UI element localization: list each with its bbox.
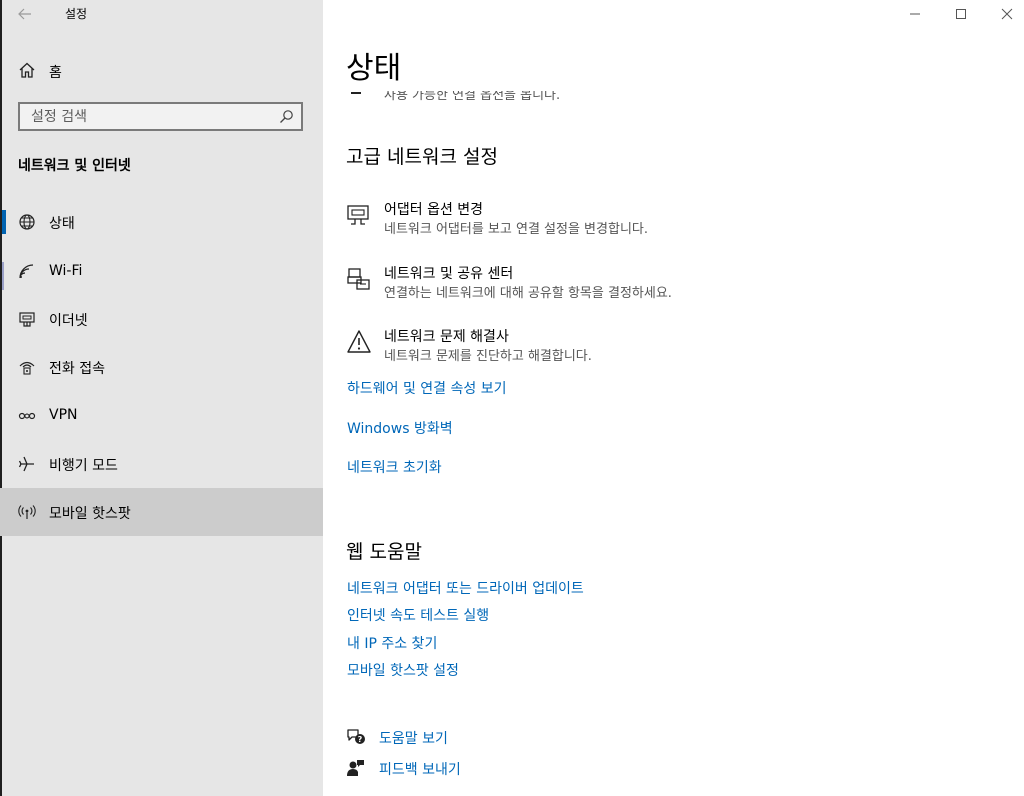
page-title: 상태 [346, 51, 402, 86]
feedback-icon [347, 760, 364, 776]
get-help-label: 도움말 보기 [379, 731, 448, 747]
sidebar-item-label: Wi-Fi [49, 263, 83, 279]
svg-text:?: ? [358, 735, 363, 744]
hover-indicator [2, 262, 4, 290]
maximize-button[interactable] [950, 4, 972, 24]
option-description: 연결하는 네트워크에 대해 공유할 항목을 결정하세요. [384, 286, 672, 301]
network-adapter-icon [347, 205, 369, 225]
advanced-settings-heading: 고급 네트워크 설정 [346, 146, 498, 168]
sidebar-item-ethernet[interactable]: 이더넷 [0, 295, 323, 343]
close-icon [1001, 8, 1013, 20]
option-description: 네트워크 어댑터를 보고 연결 설정을 변경합니다. [384, 222, 648, 237]
scrolled-content: 사용 가능한 연결 옵션을 봅니다. [346, 91, 946, 103]
selection-indicator [2, 210, 6, 234]
option-title: 네트워크 및 공유 센터 [384, 266, 514, 282]
sidebar-item-airplane[interactable]: 비행기 모드 [0, 440, 323, 488]
sidebar-item-hotspot[interactable]: 모바일 핫스팟 [0, 488, 323, 536]
ethernet-icon [19, 312, 35, 327]
sidebar-home[interactable]: 홈 [0, 58, 323, 84]
maximize-icon [956, 9, 966, 19]
sidebar-item-label: 비행기 모드 [49, 458, 118, 474]
sidebar-item-label: VPN [49, 407, 78, 423]
windows-firewall-link[interactable]: Windows 방화벽 [347, 418, 453, 438]
sidebar-item-label: 이더넷 [49, 313, 88, 329]
search-box[interactable] [18, 102, 303, 131]
back-button[interactable] [14, 4, 36, 24]
sharing-center-icon [347, 268, 370, 290]
home-label: 홈 [49, 65, 62, 81]
sidebar-item-label: 모바일 핫스팟 [49, 506, 131, 522]
sidebar-item-label: 상태 [49, 216, 75, 232]
minimize-button[interactable] [904, 4, 926, 24]
network-sharing-center[interactable]: 네트워크 및 공유 센터 연결하는 네트워크에 대해 공유할 항목을 결정하세요… [346, 263, 906, 307]
change-adapter-options[interactable]: 어댑터 옵션 변경 네트워크 어댑터를 보고 연결 설정을 변경합니다. [346, 199, 906, 243]
option-title: 어댑터 옵션 변경 [384, 202, 484, 218]
speed-test-link[interactable]: 인터넷 속도 테스트 실행 [347, 605, 489, 625]
option-title: 네트워크 문제 해결사 [384, 329, 509, 345]
help-icon: ? [347, 729, 365, 744]
section-title: 네트워크 및 인터넷 [18, 158, 131, 174]
option-description: 네트워크 문제를 진단하고 해결합니다. [384, 349, 592, 364]
hardware-properties-link[interactable]: 하드웨어 및 연결 속성 보기 [347, 378, 506, 398]
window-title: 설정 [65, 7, 88, 21]
home-icon [19, 62, 35, 78]
web-help-heading: 웹 도움말 [346, 541, 422, 563]
partial-description: 사용 가능한 연결 옵션을 봅니다. [384, 91, 561, 103]
close-button[interactable] [996, 4, 1018, 24]
globe-icon [19, 214, 35, 230]
sidebar-item-dialup[interactable]: 전화 접속 [0, 343, 323, 391]
network-troubleshooter[interactable]: 네트워크 문제 해결사 네트워크 문제를 진단하고 해결합니다. [346, 326, 906, 370]
sidebar-item-wifi[interactable]: Wi-Fi [0, 248, 323, 296]
sidebar-item-label: 전화 접속 [49, 361, 105, 377]
sidebar-item-vpn[interactable]: VPN [0, 392, 323, 440]
search-icon[interactable] [279, 109, 294, 124]
airplane-icon [18, 456, 34, 472]
sidebar: 설정 홈 네트워크 및 인터넷 상태 Wi-Fi [0, 0, 323, 796]
minimize-icon [910, 13, 920, 15]
hotspot-settings-link[interactable]: 모바일 핫스팟 설정 [347, 660, 459, 680]
hotspot-icon [18, 505, 36, 519]
wifi-icon [19, 264, 34, 279]
sidebar-item-status[interactable]: 상태 [0, 198, 323, 246]
warning-icon [347, 330, 371, 353]
send-feedback-label: 피드백 보내기 [379, 762, 461, 778]
network-reset-link[interactable]: 네트워크 초기화 [347, 457, 442, 477]
arrow-left-icon [18, 8, 31, 20]
vpn-icon [18, 412, 36, 420]
dialup-icon [19, 361, 35, 375]
search-input[interactable] [20, 104, 281, 129]
update-driver-link[interactable]: 네트워크 어댑터 또는 드라이버 업데이트 [347, 578, 584, 598]
divider [351, 92, 361, 94]
find-ip-link[interactable]: 내 IP 주소 찾기 [347, 633, 437, 653]
